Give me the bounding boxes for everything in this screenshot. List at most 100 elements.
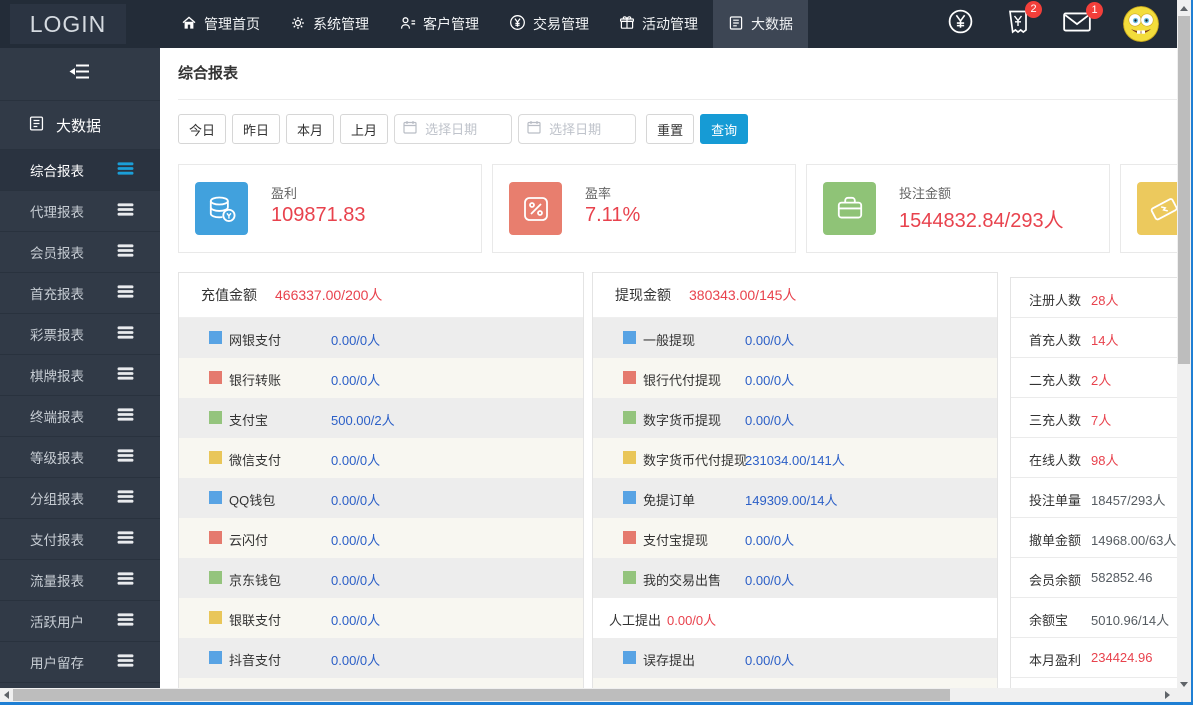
sidebar-toggle-button[interactable] — [0, 48, 160, 101]
legend-square — [209, 651, 222, 664]
scroll-right-arrow[interactable] — [1165, 691, 1170, 699]
pay-method-label: 银行转账 — [229, 370, 281, 389]
brand-logo[interactable]: LOGIN — [10, 4, 126, 44]
bill-button[interactable]: 2 — [1005, 9, 1031, 40]
stat-value: 14人 — [1091, 330, 1118, 349]
this-month-button[interactable]: 本月 — [286, 114, 334, 144]
legend-square — [209, 331, 222, 344]
legend-square — [623, 651, 636, 664]
withdraw-method-label: 误存提出 — [643, 650, 695, 669]
menu-bars-icon — [117, 202, 134, 220]
legend-square — [623, 371, 636, 384]
sidebar-item-user-retention[interactable]: 用户留存 — [0, 642, 160, 683]
pay-method-value[interactable]: 0.00/0人 — [331, 370, 380, 389]
date-to-field[interactable] — [518, 114, 636, 144]
pay-method-label: 微信支付 — [229, 450, 281, 469]
sidebar-item-level-report[interactable]: 等级报表 — [0, 437, 160, 478]
pay-method-label: 云闪付 — [229, 530, 268, 549]
table-row: 误存提出 0.00/0人 — [593, 638, 997, 678]
pay-method-value[interactable]: 0.00/0人 — [331, 330, 380, 349]
pay-method-value[interactable]: 0.00/0人 — [331, 450, 380, 469]
sidebar-item-label: 支付报表 — [30, 529, 84, 549]
withdraw-method-value[interactable]: 231034.00/141人 — [745, 450, 845, 469]
pay-method-label: 抖音支付 — [229, 650, 281, 669]
nav-item-label: 活动管理 — [642, 14, 698, 34]
sidebar-section-bigdata[interactable]: 大数据 — [0, 101, 160, 150]
pay-method-value[interactable]: 500.00/2人 — [331, 410, 395, 429]
stat-label: 投注单量 — [1029, 490, 1081, 509]
pay-method-value[interactable]: 0.00/0人 — [331, 610, 380, 629]
yesterday-button[interactable]: 昨日 — [232, 114, 280, 144]
exchange-button[interactable] — [947, 8, 974, 40]
sidebar-item-payment-report[interactable]: 支付报表 — [0, 519, 160, 560]
sidebar-item-label: 代理报表 — [30, 201, 84, 221]
horizontal-scrollbar-thumb[interactable] — [13, 689, 950, 701]
sidebar-item-traffic-report[interactable]: 流量报表 — [0, 560, 160, 601]
pay-method-value[interactable]: 0.00/0人 — [331, 530, 380, 549]
date-to-input[interactable] — [547, 121, 635, 138]
nav-item-trade[interactable]: 交易管理 — [494, 0, 604, 48]
withdraw-method-value[interactable]: 0.00/0人 — [745, 330, 794, 349]
scroll-up-arrow[interactable] — [1180, 6, 1188, 11]
pay-method-value[interactable]: 0.00/0人 — [331, 650, 380, 669]
user-avatar[interactable] — [1123, 6, 1159, 42]
sidebar-item-label: 活跃用户 — [30, 611, 84, 631]
nav-item-home[interactable]: 管理首页 — [166, 0, 275, 48]
stat-value: 582852.46 — [1091, 570, 1152, 585]
sidebar-item-terminal-report[interactable]: 终端报表 — [0, 396, 160, 437]
nav-item-customers[interactable]: 客户管理 — [384, 0, 494, 48]
withdraw-method-value[interactable]: 0.00/0人 — [745, 570, 794, 589]
vertical-scrollbar-thumb[interactable] — [1178, 16, 1190, 364]
horizontal-scrollbar[interactable] — [0, 688, 1177, 702]
nav-item-activity[interactable]: 活动管理 — [604, 0, 713, 48]
date-from-input[interactable] — [423, 121, 511, 138]
manual-withdraw-row: 人工提出 0.00/0人 — [593, 598, 997, 638]
legend-square — [623, 491, 636, 504]
stat-value: 234424.96 — [1091, 650, 1152, 665]
withdraw-table: 提现金额 380343.00/145人 一般提现0.00/0人 银行代付提现0.… — [592, 272, 998, 691]
vertical-scrollbar[interactable] — [1177, 0, 1191, 702]
reset-button[interactable]: 重置 — [646, 114, 694, 144]
card-label: 盈利 — [271, 183, 297, 202]
sidebar-item-comprehensive-report[interactable]: 综合报表 — [0, 150, 160, 191]
mail-button[interactable]: 1 — [1062, 10, 1092, 39]
yen-refresh-icon — [947, 8, 974, 40]
sidebar-item-active-users[interactable]: 活跃用户 — [0, 601, 160, 642]
sidebar-item-board-games-report[interactable]: 棋牌报表 — [0, 355, 160, 396]
sidebar-item-group-report[interactable]: 分组报表 — [0, 478, 160, 519]
date-from-field[interactable] — [394, 114, 512, 144]
sidebar-item-member-report[interactable]: 会员报表 — [0, 232, 160, 273]
last-month-button[interactable]: 上月 — [340, 114, 388, 144]
legend-square — [209, 531, 222, 544]
today-button[interactable]: 今日 — [178, 114, 226, 144]
legend-square — [623, 531, 636, 544]
home-icon — [181, 15, 197, 34]
query-button[interactable]: 查询 — [700, 114, 748, 144]
main-menu: 管理首页 系统管理 客户管理 交易管理 活动管理 大数据 — [166, 0, 808, 48]
deposit-total: 466337.00/200人 — [275, 285, 382, 305]
nav-item-bigdata[interactable]: 大数据 — [713, 0, 808, 48]
sidebar-item-label: 棋牌报表 — [30, 365, 84, 385]
withdraw-method-value[interactable]: 149309.00/14人 — [745, 490, 838, 509]
withdraw-method-value[interactable]: 0.00/0人 — [745, 530, 794, 549]
sidebar-item-agent-report[interactable]: 代理报表 — [0, 191, 160, 232]
withdraw-method-value[interactable]: 0.00/0人 — [745, 370, 794, 389]
stats-panel: 注册人数28人 首充人数14人 二充人数2人 三充人数7人 在线人数98人 投注… — [1010, 277, 1193, 691]
stat-row: 本月盈利234424.96 — [1011, 638, 1193, 678]
sidebar-item-label: 终端报表 — [30, 406, 84, 426]
scroll-down-arrow[interactable] — [1180, 682, 1188, 687]
withdraw-method-value[interactable]: 0.00/0人 — [745, 410, 794, 429]
table-row: QQ钱包0.00/0人 — [179, 478, 583, 518]
sidebar-item-label: 彩票报表 — [30, 324, 84, 344]
sidebar-item-lottery-report[interactable]: 彩票报表 — [0, 314, 160, 355]
withdraw-method-value[interactable]: 0.00/0人 — [745, 650, 794, 669]
pay-method-value[interactable]: 0.00/0人 — [331, 490, 380, 509]
sidebar-item-first-deposit-report[interactable]: 首充报表 — [0, 273, 160, 314]
pay-method-label: 支付宝 — [229, 410, 268, 429]
stat-row: 投注单量18457/293人 — [1011, 478, 1193, 518]
pay-method-label: 银联支付 — [229, 610, 281, 629]
scroll-left-arrow[interactable] — [4, 691, 9, 699]
nav-item-system[interactable]: 系统管理 — [275, 0, 384, 48]
pay-method-value[interactable]: 0.00/0人 — [331, 570, 380, 589]
stat-value: 2人 — [1091, 370, 1111, 389]
